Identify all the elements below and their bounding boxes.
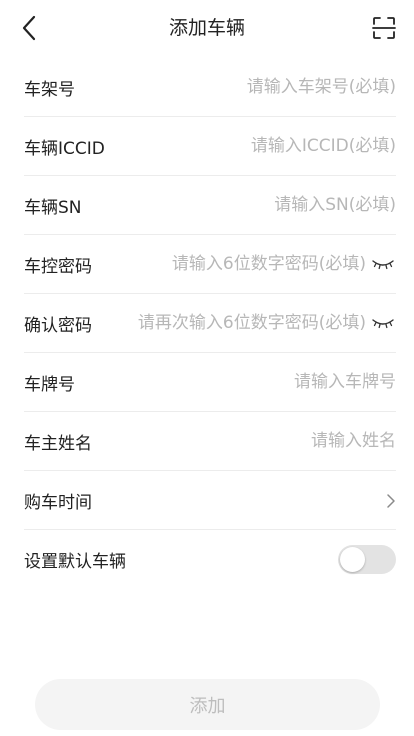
vehicle-form: 车架号 车辆ICCID 车辆SN 车控密码 bbox=[24, 58, 396, 589]
page-title: 添加车辆 bbox=[168, 17, 245, 39]
plate-number-row: 车牌号 bbox=[24, 353, 396, 412]
control-password-label: 车控密码 bbox=[24, 256, 92, 277]
chevron-left-icon bbox=[22, 15, 36, 41]
chevron-right-icon bbox=[387, 493, 395, 508]
sn-input[interactable] bbox=[81, 185, 396, 225]
default-vehicle-label: 设置默认车辆 bbox=[24, 552, 126, 572]
purchase-time-selector[interactable] bbox=[356, 471, 396, 530]
frame-number-input[interactable] bbox=[75, 67, 396, 107]
purchase-time-row[interactable]: 购车时间 bbox=[24, 471, 396, 530]
plate-number-input[interactable] bbox=[75, 362, 396, 402]
sn-row: 车辆SN bbox=[24, 176, 396, 235]
scan-button[interactable] bbox=[368, 12, 400, 44]
frame-number-row: 车架号 bbox=[24, 58, 396, 117]
frame-number-label: 车架号 bbox=[24, 79, 75, 100]
scan-icon bbox=[372, 17, 396, 39]
plate-number-label: 车牌号 bbox=[24, 374, 75, 395]
toggle-knob bbox=[340, 547, 365, 572]
iccid-input[interactable] bbox=[104, 126, 396, 166]
add-button[interactable]: 添加 bbox=[35, 679, 380, 730]
sn-label: 车辆SN bbox=[24, 197, 82, 218]
control-password-visibility-toggle[interactable] bbox=[370, 251, 396, 277]
confirm-password-label: 确认密码 bbox=[24, 315, 92, 336]
owner-name-label: 车主姓名 bbox=[24, 433, 92, 454]
purchase-time-label: 购车时间 bbox=[24, 492, 92, 513]
owner-name-input[interactable] bbox=[92, 421, 396, 461]
eye-closed-icon bbox=[372, 260, 394, 270]
confirm-password-row: 确认密码 bbox=[24, 294, 396, 353]
default-vehicle-toggle[interactable] bbox=[338, 545, 396, 574]
owner-name-row: 车主姓名 bbox=[24, 412, 396, 471]
back-button[interactable] bbox=[14, 12, 46, 44]
iccid-row: 车辆ICCID bbox=[24, 117, 396, 176]
default-vehicle-row: 设置默认车辆 bbox=[24, 530, 396, 589]
control-password-input[interactable] bbox=[92, 244, 370, 284]
confirm-password-input[interactable] bbox=[92, 303, 370, 343]
confirm-password-visibility-toggle[interactable] bbox=[370, 310, 396, 336]
eye-closed-icon bbox=[372, 319, 394, 329]
iccid-label: 车辆ICCID bbox=[24, 138, 105, 159]
control-password-row: 车控密码 bbox=[24, 235, 396, 294]
header-bar: 添加车辆 bbox=[0, 0, 414, 56]
add-vehicle-screen: 添加车辆 车架号 车辆ICCID 车辆SN 车控密码 bbox=[0, 0, 414, 736]
